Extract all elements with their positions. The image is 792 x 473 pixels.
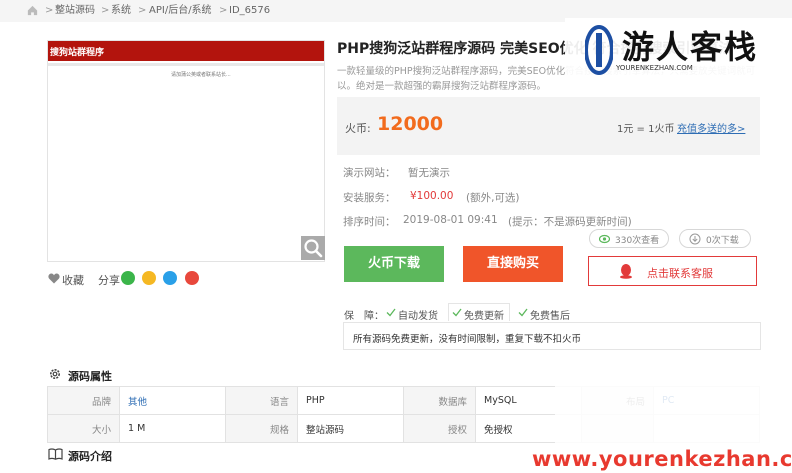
magnifier-icon <box>304 239 323 258</box>
breadcrumb-item-source[interactable]: 整站源码 <box>55 5 95 17</box>
share-label: 分享 <box>98 274 120 287</box>
intro-title: 源码介绍 <box>68 450 112 463</box>
guarantee-label: 保 障： <box>344 311 384 322</box>
book-icon <box>48 448 63 460</box>
breadcrumb-item-system[interactable]: 系统 <box>111 5 131 17</box>
breadcrumb-separator: > <box>45 5 54 16</box>
time-note: (提示：不是源码更新时间) <box>508 216 632 228</box>
buy-now-button[interactable]: 直接购买 <box>463 246 563 282</box>
views-count: 330次查看 <box>615 236 660 246</box>
preview-divider <box>48 63 324 66</box>
attr-value: PHP <box>297 386 404 415</box>
check-icon <box>386 308 396 317</box>
eye-icon <box>599 234 610 244</box>
check-icon <box>452 308 462 317</box>
preview-banner-title: 搜狗站群程序 <box>50 48 105 58</box>
watermark-text: www.yourenkezhan.com <box>532 447 792 471</box>
price-value: 12000 <box>377 113 444 135</box>
guarantee-after-sales[interactable]: 免费售后 <box>530 307 570 322</box>
price-label: 火币: <box>345 122 371 135</box>
demo-value: 暂无演示 <box>408 167 450 179</box>
attr-key: 语言 <box>225 386 298 415</box>
attr-value-link[interactable]: 其他 <box>119 386 226 415</box>
exchange-rate: 1元 = 1火币 <box>617 124 675 135</box>
breadcrumb-separator: > <box>101 5 110 16</box>
weibo-share-icon[interactable] <box>185 271 199 285</box>
home-icon[interactable] <box>26 4 39 17</box>
wechat-share-icon[interactable] <box>121 271 135 285</box>
logo-text: 游人客栈 <box>622 28 759 66</box>
zoom-button[interactable] <box>301 236 325 260</box>
contact-service-button[interactable]: 点击联系客服 <box>588 256 757 286</box>
recharge-link[interactable]: 充值多送的多> <box>677 120 745 135</box>
heart-icon[interactable] <box>48 273 60 284</box>
attr-key: 数据库 <box>403 386 476 415</box>
install-price: ¥100.00 <box>410 190 454 202</box>
qq-share-icon[interactable] <box>163 271 177 285</box>
coin-download-button[interactable]: 火币下载 <box>344 246 444 282</box>
breadcrumb-separator: > <box>138 5 147 16</box>
attr-key: 大小 <box>47 414 120 443</box>
qq-icon <box>620 264 632 279</box>
breadcrumb-separator: > <box>219 5 228 16</box>
time-label: 排序时间： <box>343 216 396 228</box>
attributes-title: 源码属性 <box>68 370 112 383</box>
attr-value: 整站源码 <box>297 414 404 443</box>
logo-icon <box>585 25 613 75</box>
logo-url: YOURENKEZHAN.COM <box>616 64 693 72</box>
attr-key: 授权 <box>403 414 476 443</box>
product-preview-image[interactable]: 搜狗站群程序 请加蒲公英或者联系站长... <box>47 40 325 262</box>
attr-key: 规格 <box>225 414 298 443</box>
install-label: 安装服务： <box>343 192 396 204</box>
watermark-fade <box>555 386 792 444</box>
views-counter: 330次查看 <box>589 229 669 248</box>
favorite-button[interactable]: 收藏 <box>62 272 84 288</box>
breadcrumb-item-api[interactable]: API/后台/系统 <box>149 5 212 17</box>
downloads-counter: 0次下载 <box>679 229 751 248</box>
preview-banner: 搜狗站群程序 <box>48 41 324 61</box>
contact-service-label: 点击联系客服 <box>647 267 713 280</box>
install-note: (额外,可选) <box>466 192 520 204</box>
download-icon <box>689 233 701 245</box>
preview-subtitle: 请加蒲公英或者联系站长... <box>171 72 231 78</box>
notice-text: 所有源码免费更新，没有时间限制，重复下载不扣火币 <box>353 334 582 345</box>
time-value: 2019-08-01 09:41 <box>403 214 498 226</box>
guarantee-auto-delivery[interactable]: 自动发货 <box>398 307 438 322</box>
demo-label: 演示网站： <box>343 167 396 179</box>
attr-key: 品牌 <box>47 386 120 415</box>
attr-value: 1 M <box>119 414 226 443</box>
qzone-share-icon[interactable] <box>142 271 156 285</box>
gear-icon <box>50 369 60 379</box>
breadcrumb-item-id: ID_6576 <box>229 5 271 16</box>
check-icon <box>518 308 528 317</box>
guarantee-free-update[interactable]: 免费更新 <box>464 307 504 322</box>
downloads-count: 0次下载 <box>706 236 739 246</box>
